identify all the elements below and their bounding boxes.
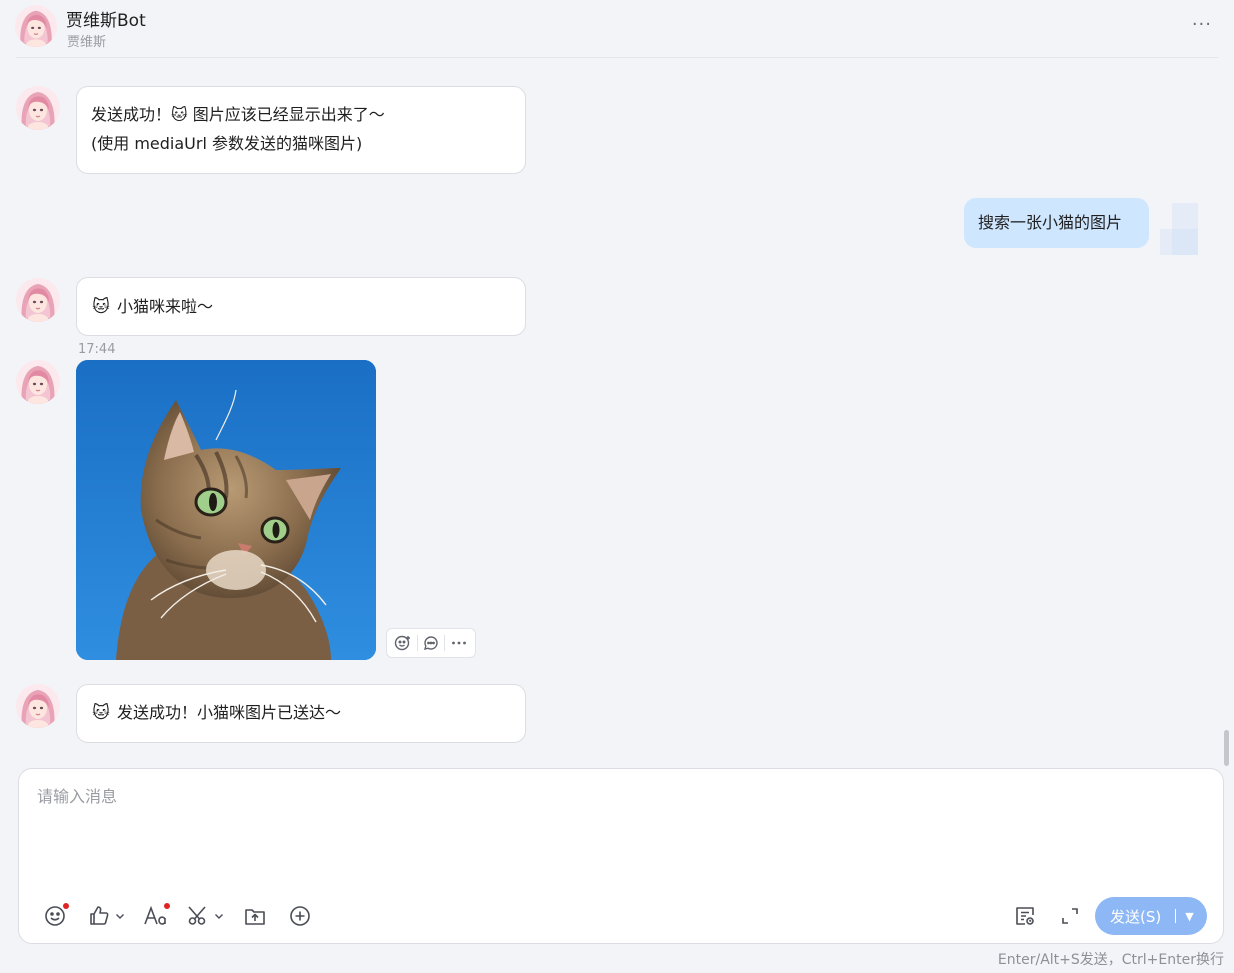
send-button-divider: [1175, 909, 1177, 923]
chat-subtitle: 贾维斯: [67, 35, 107, 50]
expand-icon[interactable]: [1059, 903, 1081, 929]
send-shortcut-hint: Enter/Alt+S发送，Ctrl+Enter换行: [997, 952, 1224, 968]
user-avatar[interactable]: [1160, 203, 1198, 255]
bot-avatar[interactable]: [15, 5, 57, 47]
chat-header: 贾维斯Bot 贾维斯 ···: [0, 0, 1234, 58]
image-action-bar: [386, 628, 476, 658]
bot-avatar[interactable]: [16, 360, 60, 404]
notification-dot: [164, 903, 170, 909]
send-button[interactable]: 发送(S) ▼: [1095, 897, 1207, 935]
user-message-bubble: 搜索一张小猫的图片: [964, 198, 1149, 248]
bot-avatar[interactable]: [16, 278, 60, 322]
bot-message-bubble: 🐱 小猫咪来啦～: [76, 277, 526, 336]
notes-icon[interactable]: [1013, 903, 1037, 929]
message-composer[interactable]: 请输入消息 发送(S) ▼: [18, 768, 1224, 944]
chat-title: 贾维斯Bot: [66, 11, 146, 31]
send-options-chevron-icon[interactable]: ▼: [1185, 910, 1193, 923]
reply-icon[interactable]: [420, 632, 442, 654]
message-line: 发送成功！🐱 图片应该已经显示出来了～: [91, 105, 385, 124]
emoji-icon[interactable]: [43, 903, 69, 929]
scrollbar-thumb[interactable]: [1224, 730, 1229, 766]
message-text: 发送成功！小猫咪图片已送达～: [117, 703, 342, 722]
plus-circle-icon[interactable]: [288, 903, 312, 929]
cat-emoji-icon: 🐱: [92, 703, 110, 723]
bot-avatar[interactable]: [16, 86, 60, 130]
message-line: (使用 mediaUrl 参数发送的猫咪图片): [91, 134, 363, 153]
bot-avatar[interactable]: [16, 684, 60, 728]
notification-dot: [63, 903, 69, 909]
cat-emoji-icon: 🐱: [92, 297, 110, 317]
message-text: 搜索一张小猫的图片: [978, 213, 1123, 232]
bot-message-bubble: 🐱 发送成功！小猫咪图片已送达～: [76, 684, 526, 743]
action-separator: [444, 635, 446, 651]
message-timestamp: 17:44: [78, 342, 116, 357]
send-button-label: 发送(S): [1110, 907, 1162, 926]
cat-photo[interactable]: [76, 360, 376, 660]
scissors-icon[interactable]: [186, 903, 225, 929]
thumbs-up-icon[interactable]: [87, 903, 126, 929]
action-separator: [416, 635, 418, 651]
more-icon[interactable]: [448, 632, 470, 654]
header-divider: [16, 57, 1218, 58]
font-icon[interactable]: [143, 903, 170, 929]
bot-message-bubble: 发送成功！🐱 图片应该已经显示出来了～ (使用 mediaUrl 参数发送的猫咪…: [76, 86, 526, 174]
message-input[interactable]: 请输入消息: [37, 783, 117, 807]
upload-icon[interactable]: [243, 903, 267, 929]
message-text: 小猫咪来啦～: [117, 297, 214, 316]
add-reaction-icon[interactable]: [392, 632, 414, 654]
more-options-icon[interactable]: ···: [1192, 14, 1212, 35]
